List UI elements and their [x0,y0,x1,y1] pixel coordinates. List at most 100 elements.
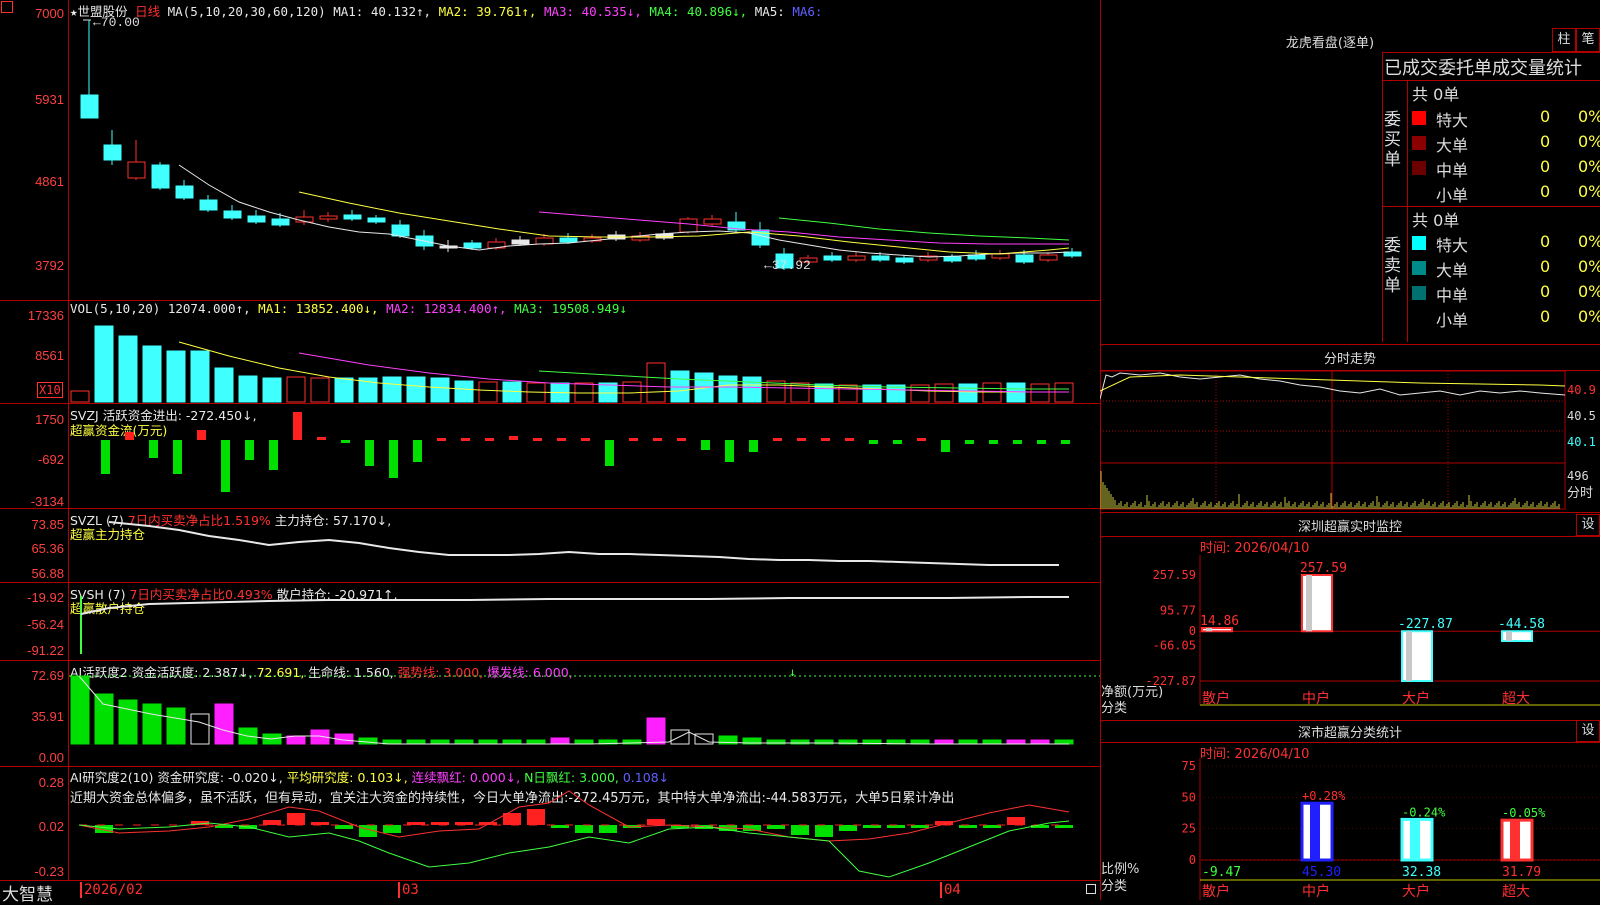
activity-bar [454,739,474,745]
activity-bar [430,739,450,745]
activity-bar [1030,739,1050,745]
svg-text:↓: ↓ [789,665,796,679]
candle-body [463,242,482,249]
candle-body [679,218,698,233]
color-swatch-icon [1412,161,1426,175]
monitor-bar-label: -227.87 [1398,617,1453,632]
fund-flow-bar [653,438,662,441]
tick-view-button[interactable]: 笔 [1576,28,1600,52]
row-count: 0 [1540,157,1551,176]
candle-body [247,215,266,223]
classify-bar [1300,801,1334,862]
classify-bar [1500,818,1534,862]
svzj-y-bot: -3134 [30,494,64,509]
row-label: 特大 [1436,111,1469,130]
volume-bar [646,362,666,403]
candle-body [151,164,170,189]
row-count: 0 [1540,257,1551,276]
fund-flow-bar [317,437,326,440]
activity-bar [1006,739,1026,745]
activity-bar [502,739,522,745]
activity-bar [214,703,234,745]
classify-settings-button[interactable]: 设 [1576,720,1600,742]
research-bar [599,825,617,833]
activity-bar [406,739,426,745]
ai2-y-top: 0.28 [38,775,64,790]
color-swatch-icon [1412,136,1426,150]
fund-flow-bar [965,440,974,444]
fund-flow-bar [197,430,206,440]
candle-body [1039,254,1058,261]
activity-bar [118,699,138,745]
volume-bar [862,384,882,403]
classify-value-label: -9.47 [1202,865,1241,880]
date-mar: 03 [398,882,419,898]
candle-body [199,199,218,211]
lock-icon[interactable] [1086,884,1096,894]
kline-y-top: 7000 [35,6,64,21]
volume-bar [1006,382,1026,403]
monitor-category-label: 中户 [1302,690,1330,707]
monitor-bar-label: -44.58 [1498,617,1545,632]
candle-body [80,94,99,119]
volume-bar [622,381,642,403]
classify-category-label: 超大 [1502,884,1530,900]
color-swatch-icon [1412,286,1426,300]
monitor-category-label: 散户 [1202,690,1230,707]
monitor-time: 时间: 2026/04/10 [1200,541,1310,556]
fund-flow-bar [533,438,542,441]
svzj-y-top: 1750 [35,412,64,427]
candle-body [943,256,962,262]
monitor-settings-button[interactable]: 设 [1576,514,1600,536]
buy-order-row: 特大 0 0% [1412,106,1600,130]
candle-body [511,239,530,245]
monitor-bar-label: 14.86 [1200,614,1239,629]
volume-bar [310,377,330,403]
classify-value-label: 32.38 [1402,865,1441,880]
volume-bar [214,367,234,403]
intraday-chart[interactable]: 40.9 40.5 40.1 496 分时 [1100,371,1600,511]
candle-body [655,233,674,239]
volume-bar [142,345,162,403]
fund-flow-bar [509,436,518,440]
buy-order-row: 中单 0 0% [1412,156,1600,180]
fund-flow-bar [677,438,686,441]
fund-flow-bar [989,440,998,444]
intraday-y1: 40.5 [1567,409,1596,423]
fund-flow-bar [917,438,926,441]
activity-bar [550,737,570,745]
svzj-chart [101,412,1070,492]
fund-flow-bar [749,440,758,452]
research-bar [839,825,857,831]
volume-bar [598,382,618,403]
classify-chart: 75 50 25 0 -9.47 散户 +0.28% 45.30 中户 -0.24% 32.38 大户… [1182,758,1600,900]
candle-body [319,215,338,220]
fund-flow-bar [773,438,782,441]
fund-flow-bar [221,440,230,492]
research-bar [287,813,305,825]
volume-bar [334,377,354,403]
monitor-y-tick: 257.59 [1153,568,1196,582]
row-percent: 0% [1578,157,1600,176]
classify-category-label: 大户 [1402,883,1430,900]
activity-bar [1054,739,1074,745]
activity-bar [166,707,186,745]
monitor-y-tick: -227.87 [1145,674,1196,688]
fund-flow-bar [485,438,494,441]
fund-flow-bar [1061,440,1070,444]
color-swatch-icon [1412,311,1426,325]
vol-x10-badge[interactable]: X10 [37,382,63,398]
fund-flow-bar [941,440,950,452]
volume-bar [70,390,90,403]
monitor-y-tick: 0 [1189,624,1196,638]
fund-flow-bar [605,440,614,466]
bar-view-button[interactable]: 柱 [1552,28,1576,52]
kline-y-2: 5931 [35,92,64,107]
classify-y-tick: 75 [1182,759,1196,773]
kline-chart[interactable]: ←70.00 ←37.92 [69,0,1100,300]
ai1-y-top: 72.69 [31,668,64,683]
volume-bar [934,383,954,403]
volume-bar [982,382,1002,403]
ai2-y-mid: 0.02 [38,819,64,834]
fund-flow-bar [797,438,806,441]
